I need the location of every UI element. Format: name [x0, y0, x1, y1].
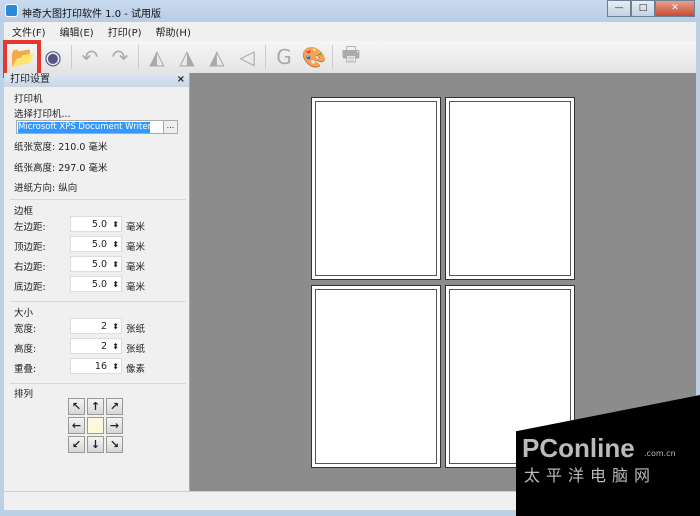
height-label: 高度: [14, 344, 37, 355]
print-settings-panel: 打印设置 × 打印机 选择打印机... Microsoft XPS Docume… [4, 73, 190, 491]
flip-horizontal-button[interactable]: ◭ [202, 43, 232, 71]
print-button[interactable]: 🖶 [336, 42, 366, 71]
arrange-center-button[interactable] [87, 417, 104, 434]
arrange-left-button[interactable]: ← [68, 417, 85, 434]
unit-label: 毫米 [126, 282, 146, 293]
printer-group-label: 打印机 [14, 94, 43, 105]
toolbar-separator [265, 45, 266, 69]
right-margin-input[interactable]: 5.0 [70, 256, 122, 272]
close-button[interactable]: ✕ [655, 0, 695, 17]
toolbar-separator [71, 45, 72, 69]
unit-label: 毫米 [126, 262, 146, 273]
left-margin-input[interactable]: 5.0 [70, 216, 122, 232]
arrange-bottom-button[interactable]: ↓ [87, 436, 104, 453]
unit-label: 张纸 [126, 324, 146, 335]
bottom-margin-label: 底边距: [14, 282, 46, 293]
unit-label: 毫米 [126, 242, 146, 253]
rotate-right-button[interactable]: ◮ [172, 43, 202, 71]
menu-print[interactable]: 打印(P) [108, 24, 142, 39]
undo-button[interactable]: ↶ [75, 43, 105, 71]
title-bar: 神奇大图打印软件 1.0 - 试用版 — □ ✕ [0, 0, 700, 22]
menu-help[interactable]: 帮助(H) [156, 24, 191, 39]
arrange-group-label: 排列 [14, 389, 34, 400]
watermark-domain: .com.cn [644, 449, 676, 458]
panel-header: 打印设置 × [4, 73, 189, 87]
width-label: 宽度: [14, 324, 37, 335]
redo-button[interactable]: ↷ [105, 43, 135, 71]
unit-label: 毫米 [126, 222, 146, 233]
paper-width: 纸张宽度: 210.0 毫米 [14, 142, 108, 153]
printer-browse-button[interactable]: ... [163, 121, 177, 133]
divider [10, 301, 186, 302]
panel-close-button[interactable]: × [177, 73, 185, 87]
panel-title: 打印设置 [10, 74, 50, 85]
height-input[interactable]: 2 [70, 338, 122, 354]
top-margin-input[interactable]: 5.0 [70, 236, 122, 252]
arrange-top-left-button[interactable]: ↖ [68, 398, 85, 415]
overlap-label: 重叠: [14, 364, 37, 375]
palette-button[interactable]: 🎨 [299, 43, 329, 71]
watermark-brand: PConline [522, 433, 635, 463]
toolbar: 📂 ◉ ↶ ↷ ◭ ◮ ◭ ◁ G 🎨 🖶 [4, 41, 696, 73]
preview-page [311, 285, 441, 468]
size-group-label: 大小 [14, 308, 34, 319]
select-printer-label[interactable]: 选择打印机... [14, 106, 71, 120]
unit-label: 像素 [126, 364, 146, 375]
menu-edit[interactable]: 编辑(E) [60, 24, 94, 39]
left-margin-label: 左边距: [14, 222, 46, 233]
printer-select[interactable]: Microsoft XPS Document Writer ... [16, 120, 178, 134]
overlap-input[interactable]: 16 [70, 358, 122, 374]
arrange-bottom-left-button[interactable]: ↙ [68, 436, 85, 453]
bottom-margin-input[interactable]: 5.0 [70, 276, 122, 292]
arrange-top-right-button[interactable]: ↗ [106, 398, 123, 415]
right-margin-label: 右边距: [14, 262, 46, 273]
window-title: 神奇大图打印软件 1.0 - 试用版 [22, 9, 162, 20]
toolbar-separator [332, 45, 333, 69]
menu-file[interactable]: 文件(F) [12, 24, 46, 39]
unit-label: 张纸 [126, 344, 146, 355]
arrange-right-button[interactable]: → [106, 417, 123, 434]
arrange-top-button[interactable]: ↑ [87, 398, 104, 415]
rotate-left-button[interactable]: ◭ [142, 43, 172, 71]
toolbar-separator [138, 45, 139, 69]
maximize-button[interactable]: □ [631, 0, 655, 17]
grayscale-button[interactable]: G [269, 43, 299, 71]
paper-height: 纸张高度: 297.0 毫米 [14, 163, 108, 174]
paper-direction: 进纸方向: 纵向 [14, 183, 78, 194]
minimize-button[interactable]: — [607, 0, 631, 17]
preview-page [445, 97, 575, 280]
flip-vertical-button[interactable]: ◁ [232, 43, 262, 71]
watermark-chinese: 太平洋电脑网 [524, 466, 657, 485]
preview-page [311, 97, 441, 280]
divider [10, 383, 186, 384]
divider [10, 199, 186, 200]
webcam-button[interactable]: ◉ [38, 43, 68, 71]
width-input[interactable]: 2 [70, 318, 122, 334]
printer-value[interactable]: Microsoft XPS Document Writer [18, 122, 150, 133]
arrange-bottom-right-button[interactable]: ↘ [106, 436, 123, 453]
margins-group-label: 边框 [14, 206, 34, 217]
top-margin-label: 顶边距: [14, 242, 46, 253]
menu-bar: 文件(F) 编辑(E) 打印(P) 帮助(H) [4, 22, 696, 41]
app-icon [5, 4, 18, 17]
